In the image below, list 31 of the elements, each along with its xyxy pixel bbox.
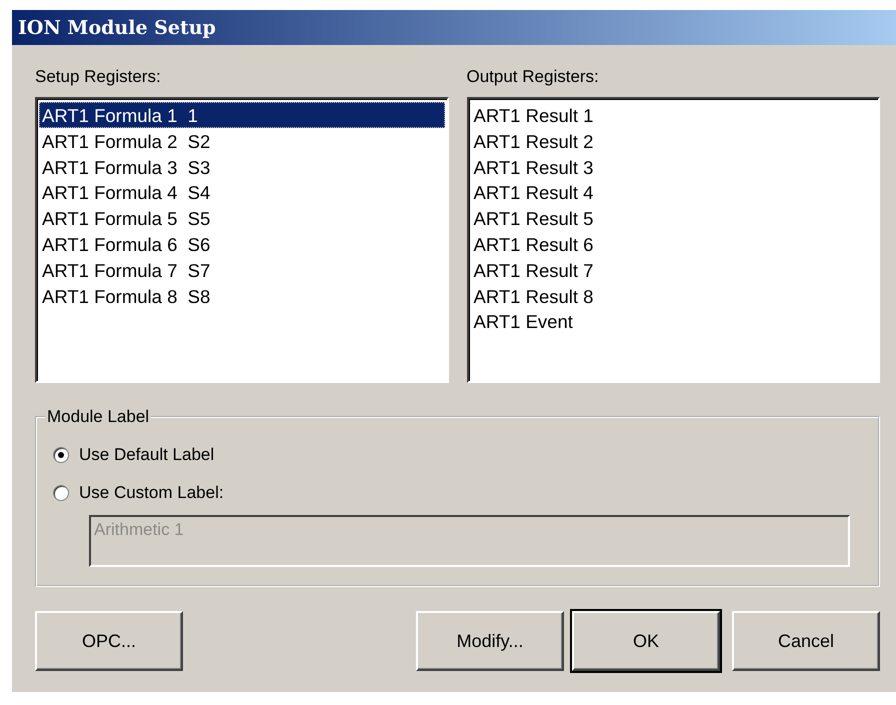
list-item[interactable]: ART1 Formula 3 S3	[39, 154, 444, 180]
list-item[interactable]: ART1 Formula 5 S5	[39, 205, 444, 231]
list-item[interactable]: ART1 Result 7	[470, 256, 876, 283]
list-item[interactable]: ART1 Result 2	[470, 128, 876, 154]
radio-label[interactable]: Use Default Label	[79, 445, 214, 465]
list-label: Output Registers:	[466, 67, 599, 87]
list-item[interactable]: ART1 Formula 4 S4	[39, 179, 444, 206]
radio-button[interactable]	[53, 447, 69, 463]
list-item[interactable]: ART1 Formula 8 S8	[39, 282, 444, 308]
list-item[interactable]: ART1 Event	[470, 308, 876, 334]
list-item[interactable]: ART1 Formula 1 1	[39, 102, 444, 128]
dialog-button[interactable]: OK	[572, 611, 720, 671]
list-item[interactable]: ART1 Result 4	[470, 179, 876, 206]
dialog-button[interactable]: Cancel	[732, 611, 880, 671]
dialog-button[interactable]: OPC...	[35, 611, 183, 671]
list-box[interactable]: ART1 Result 1 ART1 Result 2 ART1 Result 3 ART1 Result 4 ART1 Result 5 ART1 Result 6 ART1 Result 7 ART1 Result 8 ART1 Event	[466, 97, 880, 383]
list-label: Setup Registers:	[35, 67, 161, 87]
list-item[interactable]: ART1 Result 6	[470, 230, 876, 257]
list-item[interactable]: ART1 Result 3	[470, 154, 876, 180]
radio-label[interactable]: Use Custom Label:	[79, 483, 224, 503]
group-label: Module Label	[46, 407, 150, 427]
list-item[interactable]: ART1 Formula 2 S2	[39, 128, 444, 154]
list-item[interactable]: ART1 Result 1	[470, 102, 876, 128]
list-item[interactable]: ART1 Formula 6 S6	[39, 230, 444, 257]
list-box[interactable]: ART1 Formula 1 1 ART1 Formula 2 S2 ART1 Formula 3 S3 ART1 Formula 4 S4 ART1 Formula 5 S5 ART1 Formula 6 S6 ART1 Formula 7 S7 ART1 Formula 8 S8	[35, 97, 448, 383]
list-item[interactable]: ART1 Result 8	[470, 282, 876, 308]
list-item[interactable]: ART1 Result 5	[470, 205, 876, 231]
window-title: ION Module Setup	[12, 10, 896, 45]
list-item[interactable]: ART1 Formula 7 S7	[39, 256, 444, 283]
dialog-button[interactable]: Modify...	[416, 611, 564, 671]
radio-button[interactable]	[53, 485, 69, 501]
